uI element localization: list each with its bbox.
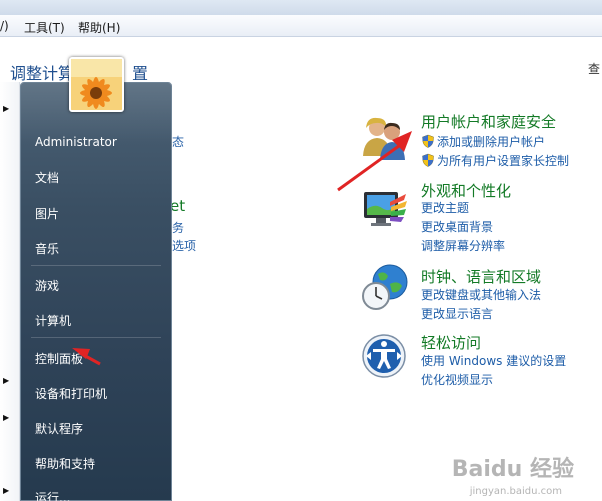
baidu-watermark: Baidu 经验 <box>451 457 574 482</box>
annotation-arrow-users <box>337 141 404 192</box>
baidu-watermark-url: jingyan.baidu.com <box>469 486 562 497</box>
annotation-arrows <box>72 131 412 366</box>
